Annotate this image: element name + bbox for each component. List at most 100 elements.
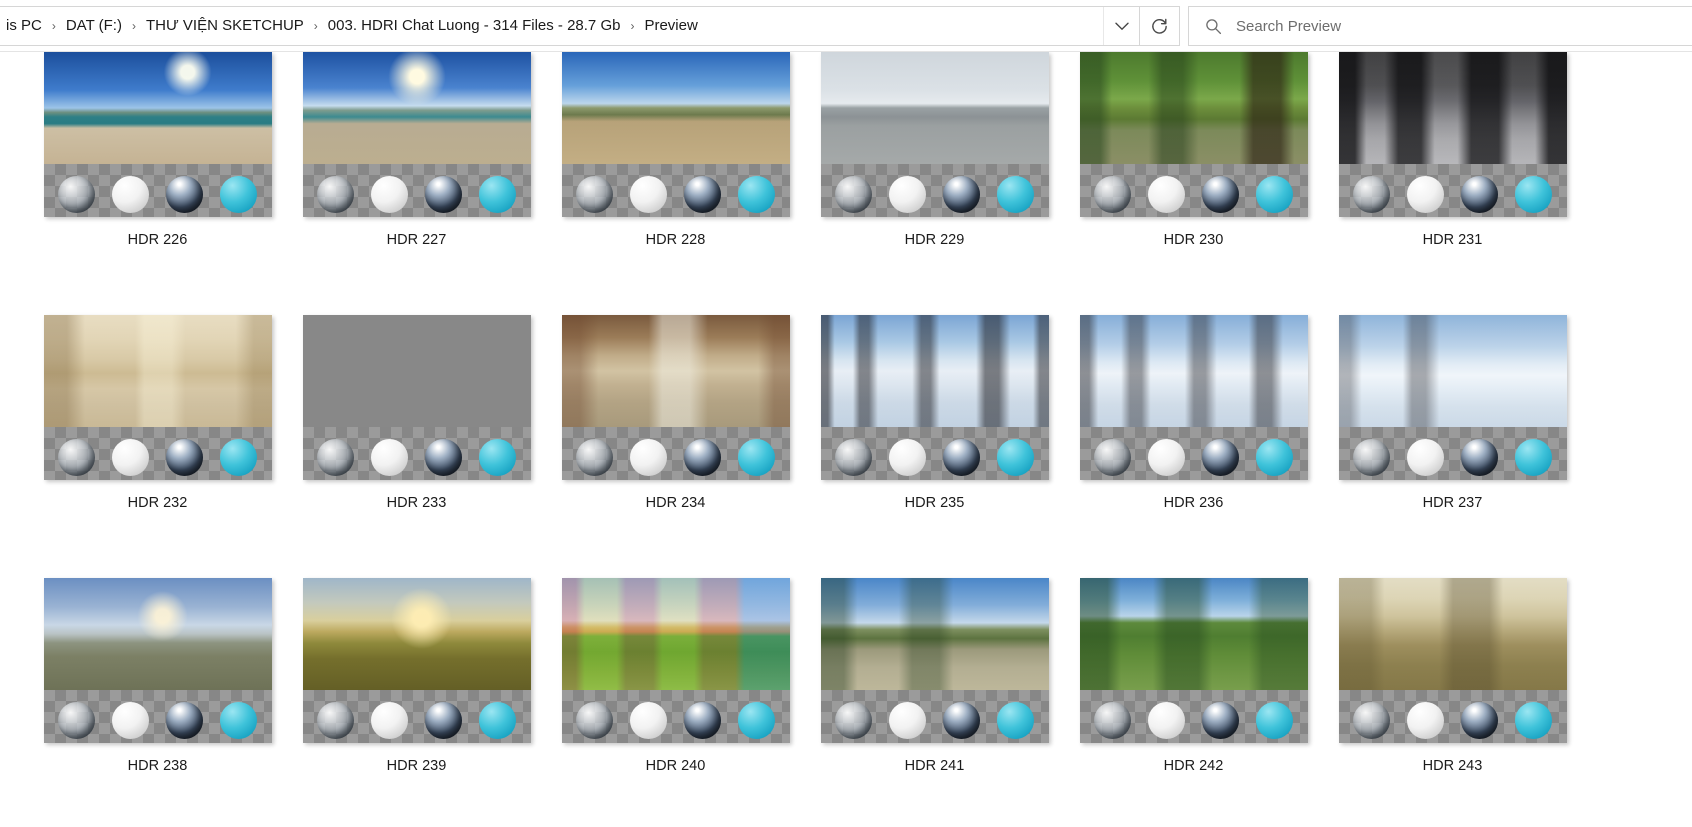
- hdri-panorama-preview: [561, 315, 790, 427]
- sphere-glass: [576, 439, 613, 476]
- file-thumbnail[interactable]: [302, 52, 531, 217]
- file-thumbnail[interactable]: [561, 315, 790, 480]
- sphere-chrome: [1202, 439, 1239, 476]
- sphere-glass: [1353, 176, 1390, 213]
- breadcrumb-item-0[interactable]: is PC: [3, 14, 45, 38]
- reference-spheres: [303, 164, 531, 217]
- file-thumbnail[interactable]: [302, 315, 531, 480]
- file-item[interactable]: HDR 232: [28, 315, 287, 578]
- file-item[interactable]: HDR 229: [805, 52, 1064, 315]
- file-item[interactable]: HDR 242: [1064, 578, 1323, 827]
- file-item[interactable]: HDR 243: [1323, 578, 1582, 827]
- sphere-chrome: [1461, 176, 1498, 213]
- file-thumbnail[interactable]: [43, 578, 272, 743]
- file-item[interactable]: HDR 239: [287, 578, 546, 827]
- file-item[interactable]: HDR 231: [1323, 52, 1582, 315]
- file-thumbnail[interactable]: [1338, 315, 1567, 480]
- sphere-cyan: [220, 439, 257, 476]
- thumbnail-row: HDR 232 HDR 233 HDR 234 HDR 235 HDR 236 HDR 2…: [0, 315, 1692, 578]
- file-item[interactable]: HDR 227: [287, 52, 546, 315]
- file-thumbnail[interactable]: [1079, 315, 1308, 480]
- file-item[interactable]: HDR 228: [546, 52, 805, 315]
- sphere-diffuse: [630, 176, 667, 213]
- file-item[interactable]: HDR 235: [805, 315, 1064, 578]
- sphere-cyan: [1515, 702, 1552, 739]
- sphere-chrome: [425, 702, 462, 739]
- breadcrumb-item-3[interactable]: 003. HDRI Chat Luong - 314 Files - 28.7 …: [325, 14, 624, 38]
- breadcrumb-item-2[interactable]: THƯ VIỆN SKETCHUP: [143, 14, 307, 38]
- file-item[interactable]: HDR 237: [1323, 315, 1582, 578]
- sphere-cyan: [997, 176, 1034, 213]
- refresh-button[interactable]: [1140, 6, 1180, 46]
- reference-spheres: [562, 164, 790, 217]
- file-name-label: HDR 242: [1163, 758, 1224, 774]
- chevron-down-icon[interactable]: [1103, 7, 1139, 45]
- reference-spheres: [1080, 164, 1308, 217]
- file-item[interactable]: HDR 236: [1064, 315, 1323, 578]
- hdri-panorama-preview: [303, 315, 531, 427]
- hdri-panorama-preview: [43, 315, 272, 427]
- file-thumbnail[interactable]: [561, 52, 790, 217]
- search-input[interactable]: Search Preview: [1236, 18, 1341, 35]
- address-bar[interactable]: is PC › DAT (F:) › THƯ VIỆN SKETCHUP › 0…: [0, 6, 1140, 46]
- sphere-glass: [58, 439, 95, 476]
- sphere-chrome: [425, 176, 462, 213]
- file-thumbnail[interactable]: [820, 315, 1049, 480]
- hdri-panorama-preview: [1338, 578, 1567, 690]
- sphere-chrome: [166, 702, 203, 739]
- file-thumbnail[interactable]: [1338, 52, 1567, 217]
- file-thumbnail[interactable]: [1338, 578, 1567, 743]
- file-item[interactable]: HDR 240: [546, 578, 805, 827]
- sphere-diffuse: [1407, 176, 1444, 213]
- file-list-pane[interactable]: HDR 226 HDR 227 HDR 228 HDR 229 HDR 230 HDR 2…: [0, 52, 1692, 827]
- sphere-glass: [1353, 439, 1390, 476]
- sphere-diffuse: [1148, 702, 1185, 739]
- breadcrumb-item-1[interactable]: DAT (F:): [63, 14, 125, 38]
- search-box[interactable]: Search Preview: [1188, 6, 1692, 46]
- breadcrumb: is PC › DAT (F:) › THƯ VIỆN SKETCHUP › 0…: [3, 14, 1103, 38]
- reference-spheres: [1080, 427, 1308, 480]
- sphere-chrome: [943, 439, 980, 476]
- sphere-cyan: [1256, 176, 1293, 213]
- sphere-chrome: [1202, 702, 1239, 739]
- hdri-panorama-preview: [561, 578, 790, 690]
- file-thumbnail[interactable]: [820, 52, 1049, 217]
- sphere-chrome: [684, 176, 721, 213]
- reference-spheres: [44, 690, 272, 743]
- sphere-diffuse: [112, 702, 149, 739]
- file-name-label: HDR 234: [645, 495, 706, 511]
- reference-spheres: [821, 690, 1049, 743]
- file-thumbnail[interactable]: [561, 578, 790, 743]
- hdri-panorama-preview: [1338, 52, 1567, 164]
- reference-spheres: [821, 164, 1049, 217]
- file-name-label: HDR 226: [127, 232, 188, 248]
- sphere-chrome: [425, 439, 462, 476]
- breadcrumb-item-4[interactable]: Preview: [641, 14, 700, 38]
- file-item[interactable]: HDR 241: [805, 578, 1064, 827]
- file-thumbnail[interactable]: [43, 315, 272, 480]
- file-item[interactable]: HDR 238: [28, 578, 287, 827]
- sphere-diffuse: [889, 702, 926, 739]
- sphere-glass: [835, 439, 872, 476]
- file-thumbnail[interactable]: [1079, 578, 1308, 743]
- thumbnail-row: HDR 226 HDR 227 HDR 228 HDR 229 HDR 230 HDR 2…: [0, 52, 1692, 315]
- file-name-label: HDR 243: [1422, 758, 1483, 774]
- sphere-glass: [58, 176, 95, 213]
- file-thumbnail[interactable]: [302, 578, 531, 743]
- file-item[interactable]: HDR 234: [546, 315, 805, 578]
- sphere-cyan: [479, 702, 516, 739]
- file-name-label: HDR 239: [386, 758, 447, 774]
- sphere-glass: [317, 176, 354, 213]
- file-thumbnail[interactable]: [820, 578, 1049, 743]
- file-thumbnail[interactable]: [43, 52, 272, 217]
- file-item[interactable]: HDR 226: [28, 52, 287, 315]
- sphere-cyan: [479, 176, 516, 213]
- file-name-label: HDR 232: [127, 495, 188, 511]
- file-item[interactable]: HDR 233: [287, 315, 546, 578]
- sphere-glass: [317, 702, 354, 739]
- file-name-label: HDR 235: [904, 495, 965, 511]
- file-item[interactable]: HDR 230: [1064, 52, 1323, 315]
- sphere-cyan: [220, 702, 257, 739]
- file-thumbnail[interactable]: [1079, 52, 1308, 217]
- sphere-diffuse: [889, 176, 926, 213]
